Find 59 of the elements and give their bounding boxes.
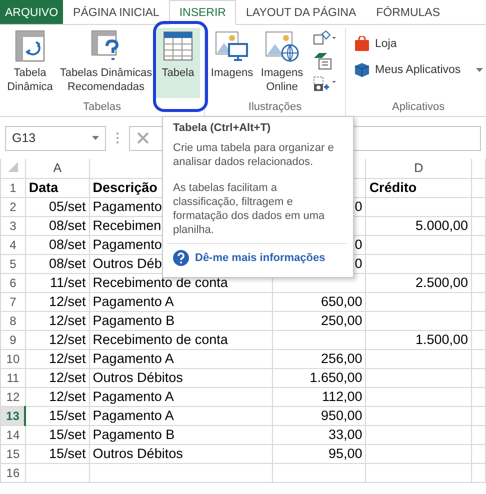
table-cell: 2.500,00 <box>366 273 472 292</box>
table-cell: Outros Débitos <box>89 368 272 387</box>
table-cell: 33,00 <box>272 425 366 444</box>
row-header: 10 <box>0 349 26 368</box>
row-header: 15 <box>0 444 26 463</box>
table-cell: Crédito <box>366 178 472 197</box>
table-cell: 950,00 <box>272 406 366 425</box>
table-cell: 95,00 <box>272 444 366 463</box>
row-header: 16 <box>0 463 26 482</box>
row-header: 6 <box>0 273 26 292</box>
table-cell: 250,00 <box>272 311 366 330</box>
table-cell: 08/set <box>25 254 90 273</box>
row-header: 7 <box>0 292 26 311</box>
table-cell: 12/set <box>25 368 90 387</box>
table-cell: 11/set <box>25 273 90 292</box>
table-cell: 12/set <box>25 292 90 311</box>
table-cell: 12/set <box>25 387 90 406</box>
tooltip-text: Crie uma tabela para organizar e analisar dados relacionados. <box>173 141 335 169</box>
table-cell: Pagamento A <box>89 387 272 406</box>
row-header: 8 <box>0 311 26 330</box>
group-label: Tabelas <box>82 100 122 115</box>
row-header: 12 <box>0 387 26 406</box>
table-cell: 12/set <box>25 311 90 330</box>
table-cell: 256,00 <box>272 349 366 368</box>
table-cell: 08/set <box>25 235 90 254</box>
table-cell: Outros Débitos <box>89 444 272 463</box>
table-cell: Recebimento de conta <box>89 330 272 349</box>
table-cell: 05/set <box>25 197 90 216</box>
row-header: 4 <box>0 235 26 254</box>
row-header: 5 <box>0 254 26 273</box>
group-label: Ilustrações <box>247 100 303 115</box>
row-header: 3 <box>0 216 26 235</box>
table-cell: Pagamento A <box>89 292 272 311</box>
table-cell: 15/set <box>25 406 90 425</box>
row-header: 14 <box>0 425 26 444</box>
table-cell: 1.650,00 <box>272 368 366 387</box>
group-label: Aplicativos <box>391 100 446 115</box>
table-cell: 08/set <box>25 216 90 235</box>
table-cell: Pagamento B <box>89 425 272 444</box>
table-cell: Pagamento B <box>89 311 272 330</box>
column-header: D <box>414 161 424 176</box>
table-cell: 15/set <box>25 425 90 444</box>
table-cell: 12/set <box>25 349 90 368</box>
row-header: 13 <box>0 406 26 425</box>
tooltip-title: Tabela (Ctrl+Alt+T) <box>173 122 272 134</box>
row-header: 2 <box>0 197 26 216</box>
table-cell: 12/set <box>25 330 90 349</box>
table-cell: 1.500,00 <box>366 330 472 349</box>
table-cell: 5.000,00 <box>366 216 472 235</box>
table-cell: Pagamento A <box>89 349 272 368</box>
table-cell: 112,00 <box>272 387 366 406</box>
table-cell: 15/set <box>25 444 90 463</box>
row-header: 9 <box>0 330 26 349</box>
table-cell: Pagamento A <box>89 406 272 425</box>
column-header: A <box>53 161 62 176</box>
row-header: 11 <box>0 368 26 387</box>
table-cell: Data <box>25 178 90 197</box>
row-header: 1 <box>0 178 26 197</box>
table-cell: 650,00 <box>272 292 366 311</box>
